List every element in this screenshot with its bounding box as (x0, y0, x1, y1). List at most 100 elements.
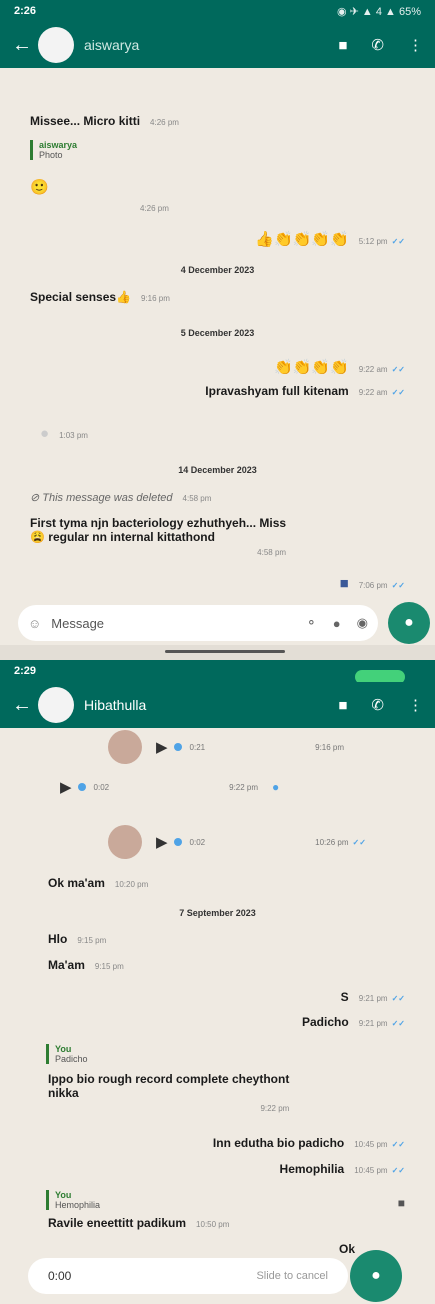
voice-avatar (108, 825, 142, 859)
lock-indicator[interactable]: ■ (398, 1196, 405, 1210)
message-time: 9:16 pm (315, 742, 345, 752)
phone-icon[interactable]: ✆ (371, 696, 384, 714)
voice-progress-dot[interactable] (77, 783, 86, 791)
date-separator: 14 December 2023 (178, 465, 257, 475)
message-input-bar[interactable]: ☺ Message ⚬ ● ◉ (18, 605, 378, 641)
sticker-message[interactable]: ● 1:03 pm (40, 425, 88, 442)
message-bubble[interactable]: Padicho 9:21 pm ✓✓ (302, 1015, 405, 1029)
status-time: 2:29 (14, 665, 37, 677)
message-bubble[interactable]: Ravile eneettitt padikum 10:50 pm (48, 1216, 229, 1230)
message-text: Ippo bio rough record complete cheythont (48, 1072, 290, 1086)
message-bubble[interactable]: Ma'am 9:15 pm (48, 958, 124, 972)
message-bubble[interactable]: 👏👏👏👏 9:22 am ✓✓ (274, 358, 405, 376)
read-ticks-icon: ✓✓ (391, 388, 405, 397)
quoted-message[interactable]: aiswarya Photo (30, 140, 77, 160)
message-time: 10:20 pm (114, 880, 149, 889)
voice-message[interactable]: ▶ 0:21 9:16 pm (108, 730, 344, 764)
sticker-message[interactable]: ■ 7:06 pm ✓✓ (340, 575, 405, 592)
more-options-icon[interactable]: ⋮ (408, 36, 423, 54)
message-time: 9:22 pm (229, 782, 259, 792)
message-bubble[interactable]: 🙂 (30, 178, 49, 196)
message-text: First tyma njn bacteriology ezhuthyeh...… (30, 516, 287, 530)
message-time: 9:15 pm (94, 962, 124, 971)
contact-name[interactable]: Hibathulla (84, 697, 314, 713)
message-time: 9:21 pm (358, 994, 388, 1003)
quoted-message[interactable]: You Padicho (46, 1044, 88, 1064)
message-text: Hemophilia (279, 1162, 345, 1176)
message-bubble[interactable]: Inn edutha bio padicho 10:45 pm ✓✓ (213, 1136, 405, 1150)
message-time: 10:50 pm (196, 1220, 230, 1229)
read-ticks-icon: ✓✓ (352, 837, 366, 847)
quote-text: Padicho (55, 1054, 88, 1064)
message-bubble[interactable]: First tyma njn bacteriology ezhuthyeh...… (30, 516, 286, 558)
back-arrow-icon[interactable]: ← (12, 34, 32, 57)
more-options-icon[interactable]: ⋮ (408, 696, 423, 714)
message-text: Hlo (48, 932, 68, 946)
play-icon[interactable]: ▶ (156, 833, 168, 851)
video-call-icon[interactable]: ■ (338, 37, 347, 54)
message-time: 5:12 pm (358, 237, 388, 246)
message-bubble[interactable]: Hemophilia 10:45 pm ✓✓ (280, 1162, 405, 1176)
voice-message[interactable]: ▶ 0:02 10:26 pm ✓✓ (108, 825, 366, 859)
chat-screen-hibathulla: 2:29 ← Hibathulla ■ ✆ ⋮ ▶ 0:21 9:16 pm ▶… (0, 660, 435, 1304)
avatar[interactable] (38, 27, 74, 63)
message-bubble[interactable]: Ippo bio rough record complete cheythont… (48, 1072, 289, 1114)
read-ticks-icon: ✓✓ (391, 237, 405, 246)
sticker-icon: ■ (339, 575, 349, 592)
attach-icon[interactable]: ⚬ (306, 615, 317, 631)
read-ticks-icon: ✓✓ (391, 581, 405, 590)
deleted-message[interactable]: ⊘ This message was deleted 4:58 pm (30, 490, 211, 504)
video-call-icon[interactable]: ■ (338, 697, 347, 714)
voice-message[interactable]: ▶ 0:02 9:22 pm ● (60, 778, 279, 796)
play-icon[interactable]: ▶ (60, 778, 72, 796)
voice-progress-dot[interactable] (173, 838, 182, 846)
date-separator: 5 December 2023 (180, 328, 255, 338)
read-ticks-icon: ✓✓ (391, 365, 405, 374)
message-time: 4:58 pm (182, 494, 212, 503)
voice-duration: 0:21 (189, 742, 206, 752)
status-bar: 2:26 ◉ ✈ ▲ 4 ▲ 65% (0, 0, 435, 22)
emoji-icon[interactable]: ☺ (28, 616, 41, 631)
message-time: 9:22 am (358, 365, 388, 374)
message-input[interactable]: Message (51, 616, 290, 631)
quote-text: Hemophilia (55, 1200, 101, 1210)
message-time: 9:21 pm (358, 1019, 388, 1028)
avatar[interactable] (38, 687, 74, 723)
slide-to-cancel[interactable]: Slide to cancel (256, 1270, 328, 1282)
back-arrow-icon[interactable]: ← (12, 694, 32, 717)
message-text: Ravile eneettitt padikum (48, 1216, 187, 1230)
chat-header: ← Hibathulla ■ ✆ ⋮ (0, 682, 435, 728)
message-bubble[interactable]: Special senses👍 9:16 pm (30, 290, 170, 304)
message-bubble[interactable]: 👍👏👏👏👏 5:12 pm ✓✓ (255, 230, 405, 248)
message-text: Ma'am (48, 958, 85, 972)
message-bubble[interactable]: Hlo 9:15 pm (48, 932, 106, 946)
message-bubble[interactable]: Ok (339, 1242, 355, 1256)
mic-button[interactable]: ● (350, 1250, 402, 1302)
mic-button[interactable]: ● (388, 602, 430, 644)
message-text: Padicho (302, 1015, 349, 1029)
payment-icon[interactable]: ● (333, 616, 341, 631)
message-time: 9:22 am (358, 388, 388, 397)
message-time: 7:06 pm (358, 581, 388, 590)
message-bubble[interactable]: Ok ma'am 10:20 pm (48, 876, 148, 890)
message-text: Ok ma'am (48, 876, 105, 890)
message-bubble[interactable]: Ipravashyam full kitenam 9:22 am ✓✓ (205, 384, 405, 398)
lock-icon: ■ (397, 1196, 405, 1210)
camera-icon[interactable]: ◉ (357, 615, 368, 631)
message-text: 😩 regular nn internal kittathond (30, 530, 215, 544)
read-ticks-icon: ✓✓ (391, 1019, 405, 1028)
contact-name[interactable]: aiswarya (84, 37, 314, 53)
message-text: Missee... Micro kitti (30, 114, 141, 128)
message-bubble[interactable]: S 9:21 pm ✓✓ (341, 990, 405, 1004)
recording-duration: 0:00 (48, 1269, 72, 1283)
phone-icon[interactable]: ✆ (371, 36, 384, 54)
play-icon[interactable]: ▶ (156, 738, 168, 756)
voice-progress-dot[interactable] (173, 743, 182, 751)
divider-handle (165, 650, 285, 653)
message-time: 4:26 pm (140, 204, 169, 213)
voice-recording-bar[interactable]: 0:00 Slide to cancel (28, 1258, 348, 1294)
message-text: Ipravashyam full kitenam (205, 384, 349, 398)
quote-author: You (55, 1190, 72, 1200)
quoted-message[interactable]: You Hemophilia (46, 1190, 100, 1210)
message-bubble[interactable]: Missee... Micro kitti 4:26 pm (30, 114, 179, 128)
